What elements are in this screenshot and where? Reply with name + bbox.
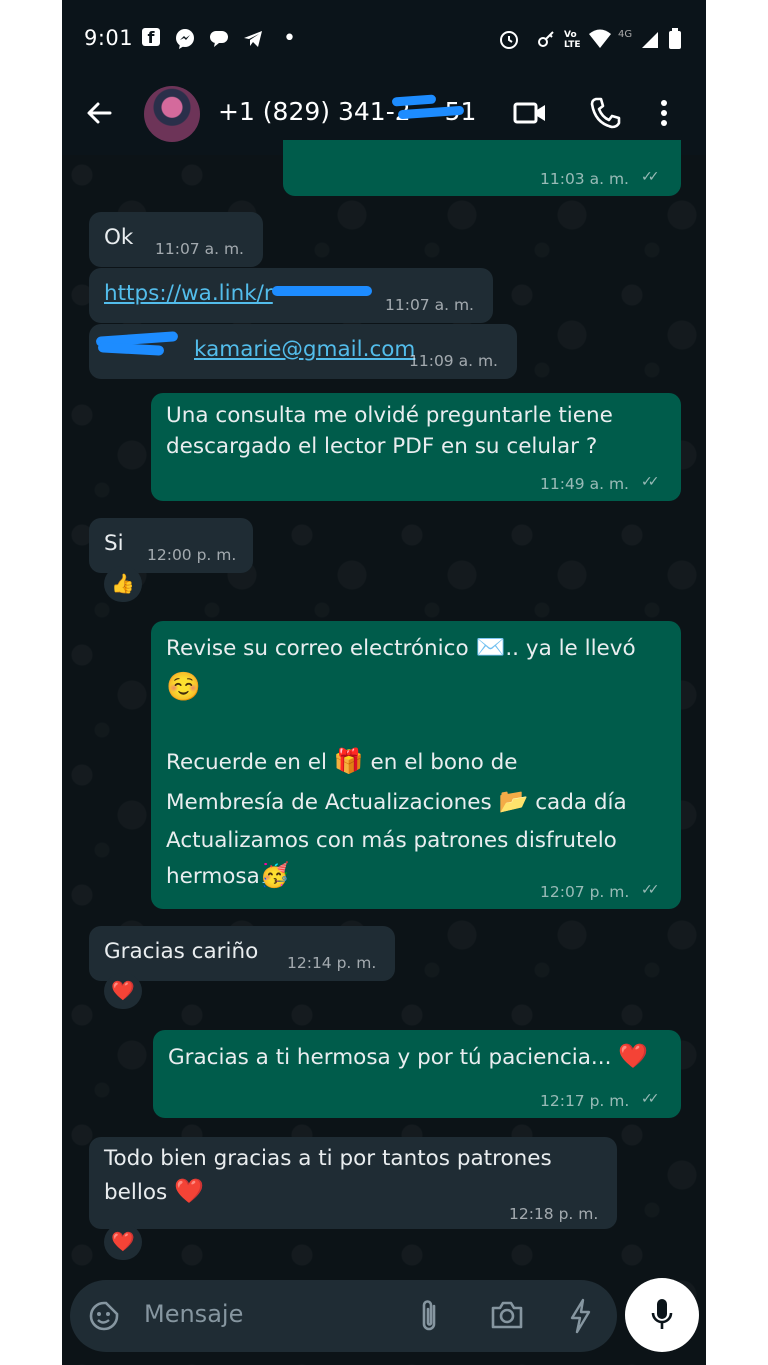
read-receipt-icon: ✓✓: [641, 882, 660, 898]
message-line: Todo bien gracias a ti por tantos patron…: [104, 1146, 552, 1171]
payment-lightning-icon[interactable]: [568, 1298, 592, 1338]
message-incoming[interactable]: Ok 11:07 a. m.: [89, 212, 263, 267]
message-line: Gracias a ti hermosa y por tú paciencia.…: [168, 1042, 649, 1070]
message-time: 11:07 a. m.: [385, 296, 474, 314]
message-outgoing[interactable]: Gracias a ti hermosa y por tú paciencia.…: [153, 1030, 681, 1118]
message-input-placeholder[interactable]: Mensaje: [144, 1300, 243, 1328]
emoji-sticker-icon[interactable]: [88, 1300, 120, 1336]
message-reaction[interactable]: ❤️: [104, 973, 142, 1009]
message-outgoing[interactable]: Revise su correo electrónico ✉️.. ya le …: [151, 621, 681, 909]
message-incoming[interactable]: Gracias cariño 12:14 p. m.: [89, 926, 395, 981]
message-line: ☺️: [166, 673, 201, 705]
folder-emoji: 📂: [498, 787, 529, 815]
redaction-mark: [272, 286, 372, 296]
key-icon: [536, 28, 556, 50]
contact-avatar[interactable]: [144, 86, 200, 142]
heart-emoji: ❤️: [618, 1042, 649, 1070]
smiling-face-emoji: ☺️: [166, 670, 201, 703]
message-time: 11:49 a. m.: [540, 475, 629, 493]
party-face-emoji: 🥳: [259, 861, 290, 889]
message-line: Recuerde en el 🎁 en el bono de: [166, 747, 518, 775]
message-text: Una consulta me olvidé preguntarle tiene…: [166, 403, 613, 460]
message-text: Si: [104, 531, 124, 556]
status-time: 9:01: [84, 26, 134, 50]
read-receipt-icon: ✓✓: [641, 474, 660, 490]
message-line: hermosa🥳: [166, 861, 290, 889]
alarm-icon: [498, 28, 520, 50]
more-notifications-dot-icon: •: [283, 26, 296, 51]
back-arrow-icon[interactable]: [84, 98, 114, 132]
message-incoming[interactable]: Todo bien gracias a ti por tantos patron…: [89, 1137, 617, 1229]
gift-emoji: 🎁: [333, 747, 364, 775]
message-link[interactable]: https://wa.link/r: [104, 278, 273, 309]
voice-message-button[interactable]: [625, 1278, 699, 1352]
message-reaction[interactable]: ❤️: [104, 1224, 142, 1260]
heart-emoji: ❤️: [174, 1177, 204, 1205]
message-time: 12:00 p. m.: [147, 546, 237, 564]
signal-icon: [640, 28, 660, 50]
message-time: 12:14 p. m.: [287, 954, 377, 972]
message-time: 11:03 a. m.: [540, 170, 629, 188]
read-receipt-icon: ✓✓: [641, 1091, 660, 1107]
message-outgoing[interactable]: 11:03 a. m. ✓✓: [283, 140, 681, 196]
more-options-icon[interactable]: [658, 98, 670, 132]
message-time: 12:17 p. m.: [540, 1092, 630, 1110]
network-type-label: 4G: [618, 29, 633, 40]
messenger-icon: [174, 28, 196, 50]
envelope-emoji: ✉️: [475, 633, 506, 661]
video-call-icon[interactable]: [512, 98, 548, 132]
message-composer[interactable]: Mensaje: [70, 1280, 617, 1352]
volte-icon: Vo LTE: [564, 30, 581, 50]
message-reaction[interactable]: 👍: [104, 566, 142, 602]
message-text: Ok: [104, 225, 134, 250]
facebook-icon: f: [142, 28, 160, 47]
chat-bubbles-icon: [208, 28, 232, 50]
status-bar: 9:01 f • Vo LTE 4G: [62, 0, 706, 78]
attachment-icon[interactable]: [418, 1298, 440, 1338]
message-outgoing[interactable]: Una consulta me olvidé preguntarle tiene…: [151, 393, 681, 501]
message-line: Membresía de Actualizaciones 📂 cada día: [166, 787, 627, 815]
message-line: bellos ❤️: [104, 1177, 204, 1205]
message-time: 12:07 p. m.: [540, 883, 630, 901]
message-incoming[interactable]: Si 12:00 p. m.: [89, 518, 253, 573]
wifi-icon: [588, 28, 612, 50]
phone-screen: 9:01 f • Vo LTE 4G +1 (829) 341-2 11:03 …: [62, 0, 706, 1365]
message-line: Actualizamos con más patrones disfrutelo: [166, 828, 617, 853]
camera-icon[interactable]: [490, 1300, 524, 1334]
telegram-icon: [242, 28, 264, 50]
message-line: Revise su correo electrónico ✉️.. ya le …: [166, 633, 636, 661]
microphone-icon: [650, 1297, 674, 1337]
battery-icon: [668, 28, 682, 50]
message-time: 11:07 a. m.: [155, 240, 244, 258]
read-receipt-icon: ✓✓: [641, 169, 660, 185]
voice-call-icon[interactable]: [589, 96, 621, 134]
message-time: 12:18 p. m.: [509, 1205, 599, 1223]
message-time: 11:09 a. m.: [409, 352, 498, 370]
message-text: Gracias cariño: [104, 939, 259, 964]
